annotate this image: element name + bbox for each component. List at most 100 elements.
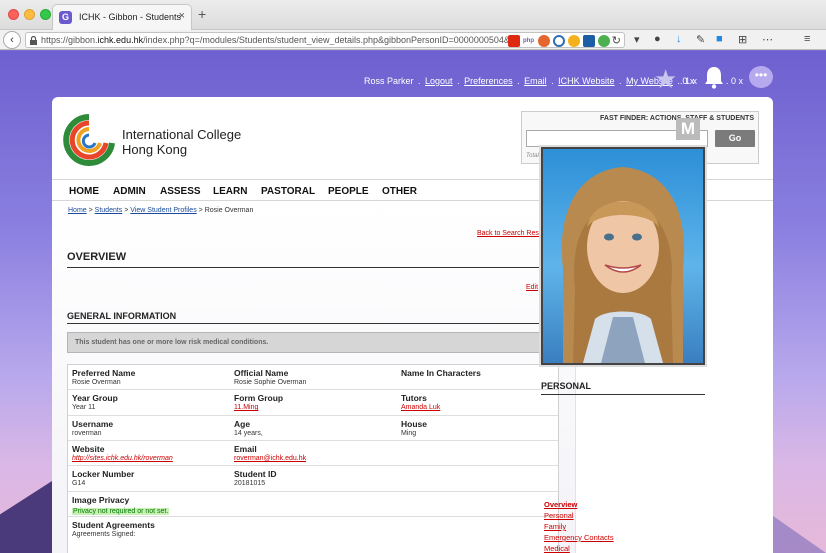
edit-link[interactable]: Edit bbox=[526, 284, 538, 291]
student-photo bbox=[541, 147, 705, 365]
tools-icon[interactable]: ⋯ bbox=[762, 33, 773, 46]
table-row: Locker Number G14 Student ID 20181015 bbox=[68, 466, 558, 492]
email-address-link[interactable]: roverman@ichk.edu.hk bbox=[234, 455, 306, 462]
sidebar-link-medical[interactable]: Medical bbox=[544, 544, 570, 553]
ghostery-icon[interactable]: ● bbox=[654, 33, 661, 45]
table-row: Preferred Name Rosie Overman Official Nam… bbox=[68, 365, 558, 390]
tutors-cell: Tutors Amanda Luk bbox=[401, 393, 441, 411]
extension-orange-icon[interactable] bbox=[538, 35, 550, 47]
menu-pastoral[interactable]: PASTORAL bbox=[261, 186, 315, 197]
notifications-count: . 0 x bbox=[726, 76, 744, 86]
sidebar-link-emergency-contacts[interactable]: Emergency Contacts bbox=[544, 533, 614, 542]
privacy-status: Privacy not required or not set. bbox=[72, 508, 170, 515]
menu-icon[interactable]: ≡ bbox=[804, 33, 810, 45]
breadcrumb-students[interactable]: Students bbox=[95, 207, 123, 214]
back-button[interactable]: ‹ bbox=[3, 31, 21, 49]
preferred-name-cell: Preferred Name Rosie Overman bbox=[72, 368, 136, 386]
breadcrumb-profiles[interactable]: View Student Profiles bbox=[130, 207, 196, 214]
bell-icon[interactable] bbox=[703, 65, 725, 89]
browser-tab[interactable]: G ICHK - Gibbon - Students × bbox=[52, 4, 192, 30]
reload-icon[interactable]: ↻ bbox=[612, 34, 621, 47]
sidebar-link-personal[interactable]: Personal bbox=[544, 511, 574, 520]
preferences-link[interactable]: Preferences bbox=[464, 76, 513, 86]
gibbon-favicon-icon: G bbox=[59, 11, 72, 24]
medical-alert: This student has one or more low risk me… bbox=[67, 332, 559, 353]
sidebar-link-family[interactable]: Family bbox=[544, 522, 566, 531]
website-link[interactable]: http://sites.ichk.edu.hk/roverman bbox=[72, 455, 173, 462]
logout-link[interactable]: Logout bbox=[425, 76, 453, 86]
wrench-icon[interactable]: ✎ bbox=[696, 33, 705, 46]
table-row: Image Privacy Privacy not required or not… bbox=[68, 492, 558, 517]
php-extension-icon[interactable]: php bbox=[523, 35, 535, 47]
stars-count: . 1 x bbox=[680, 76, 698, 86]
breadcrumb-current: Rosie Overman bbox=[204, 207, 254, 214]
email-link[interactable]: Email bbox=[524, 76, 547, 86]
minimize-window-button[interactable] bbox=[24, 9, 35, 20]
name-in-characters-cell: Name In Characters bbox=[401, 368, 481, 378]
table-row: Year Group Year 11 Form Group 11.Ming Tuto… bbox=[68, 390, 558, 416]
divider bbox=[67, 323, 559, 324]
divider bbox=[541, 394, 705, 395]
table-row: Username roverman Age 14 years, House Ming bbox=[68, 416, 558, 441]
url-text: https://gibbon.ichk.edu.hk/index.php?q=/… bbox=[41, 35, 516, 45]
browser-toolbar: ▾ ● ↓ ✎ ■ ⊞ ⋯ ≡ bbox=[632, 32, 822, 48]
house-cell: House Ming bbox=[401, 419, 427, 437]
table-row: Student Agreements Agreements Signed: bbox=[68, 517, 558, 543]
hk-flag-icon[interactable] bbox=[508, 35, 520, 47]
official-name-cell: Official Name Rosie Sophie Overman bbox=[234, 368, 307, 386]
browser-titlebar: G ICHK - Gibbon - Students × + bbox=[0, 0, 826, 30]
menu-home[interactable]: HOME bbox=[69, 186, 99, 197]
school-logo-icon[interactable] bbox=[62, 113, 116, 167]
extension-blue-icon[interactable] bbox=[553, 35, 565, 47]
sidebar-link-overview[interactable]: Overview bbox=[544, 500, 577, 509]
tutor-link[interactable]: Amanda Luk bbox=[401, 404, 440, 411]
breadcrumb-home[interactable]: Home bbox=[68, 207, 87, 214]
menu-admin[interactable]: ADMIN bbox=[113, 186, 146, 197]
extension-w3c-icon[interactable] bbox=[583, 35, 595, 47]
personal-section-title: PERSONAL bbox=[541, 381, 592, 391]
lock-icon bbox=[30, 36, 37, 45]
crop-icon[interactable]: ⊞ bbox=[738, 33, 747, 46]
navigation-bar: ‹ https://gibbon.ichk.edu.hk/index.php?q… bbox=[0, 30, 826, 50]
star-icon[interactable]: ★ bbox=[654, 64, 677, 95]
menu-people[interactable]: PEOPLE bbox=[328, 186, 369, 197]
table-row: Website http://sites.ichk.edu.hk/roverman… bbox=[68, 441, 558, 466]
student-portrait-image bbox=[561, 167, 685, 363]
ichk-website-link[interactable]: ICHK Website bbox=[558, 76, 614, 86]
general-information-table: Preferred Name Rosie Overman Official Nam… bbox=[67, 364, 559, 553]
user-name: Ross Parker bbox=[364, 76, 414, 86]
tab-title: ICHK - Gibbon - Students bbox=[79, 12, 182, 22]
back-to-search-results-link[interactable]: Back to Search Results bbox=[477, 230, 550, 237]
overview-heading: OVERVIEW bbox=[67, 251, 127, 263]
age-cell: Age 14 years, bbox=[234, 419, 263, 437]
download-icon[interactable]: ↓ bbox=[676, 33, 682, 45]
user-navigation: Ross Parker . Logout . Preferences . Ema… bbox=[364, 76, 695, 86]
zoom-window-button[interactable] bbox=[40, 9, 51, 20]
username-cell: Username roverman bbox=[72, 419, 114, 437]
chat-icon[interactable]: ••• bbox=[749, 66, 773, 88]
form-group-link[interactable]: 11.Ming bbox=[234, 404, 283, 411]
menu-assess[interactable]: ASSESS bbox=[160, 186, 201, 197]
extension-green-icon[interactable] bbox=[598, 35, 610, 47]
extension-sun-icon[interactable] bbox=[568, 35, 580, 47]
go-button[interactable]: Go bbox=[715, 130, 755, 147]
email-cell: Email roverman@ichk.edu.hk bbox=[234, 444, 307, 462]
image-privacy-cell: Image Privacy Privacy not required or not… bbox=[72, 495, 170, 515]
divider bbox=[67, 267, 559, 268]
close-tab-icon[interactable]: × bbox=[179, 10, 185, 22]
url-bar[interactable]: https://gibbon.ichk.edu.hk/index.php?q=/… bbox=[25, 32, 625, 48]
website-cell: Website http://sites.ichk.edu.hk/roverman bbox=[72, 444, 173, 462]
close-window-button[interactable] bbox=[8, 9, 19, 20]
new-tab-button[interactable]: + bbox=[198, 6, 206, 22]
student-id-cell: Student ID 20181015 bbox=[234, 469, 277, 487]
extension-badge-icon[interactable]: ■ bbox=[716, 33, 723, 45]
breadcrumb: Home > Students > View Student Profiles … bbox=[68, 207, 254, 214]
menu-other[interactable]: OTHER bbox=[382, 186, 417, 197]
form-group-cell: Form Group 11.Ming bbox=[234, 393, 284, 411]
locker-number-cell: Locker Number G14 bbox=[72, 469, 135, 487]
pocket-icon[interactable]: ▾ bbox=[634, 33, 640, 46]
year-group-cell: Year Group Year 11 bbox=[72, 393, 118, 411]
menu-learn[interactable]: LEARN bbox=[213, 186, 247, 197]
general-information-heading: GENERAL INFORMATION bbox=[67, 311, 177, 321]
school-name: International College Hong Kong bbox=[122, 127, 242, 157]
